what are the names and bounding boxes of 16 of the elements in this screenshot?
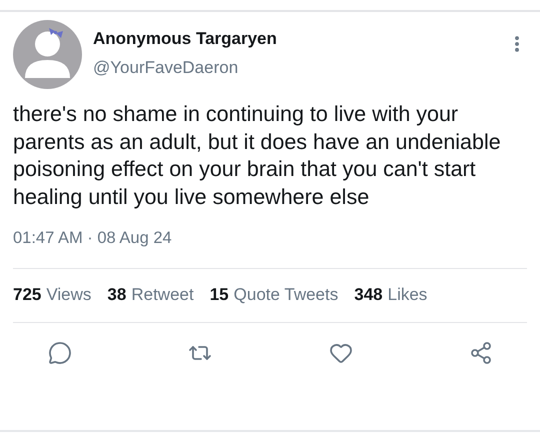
stat-count[interactable]: 15 <box>210 285 229 305</box>
tweet-text: there's no shame in continuing to live with your parents as an adult, but it does have an undeniable poisoning effect on your brain that you can't start healing until you live somewhere else <box>13 101 502 210</box>
stat-label[interactable]: Likes <box>388 285 428 305</box>
timestamp: 01:47 AM · 08 Aug 24 <box>13 229 173 248</box>
stat-label[interactable]: Retweet <box>131 285 194 305</box>
stat-label[interactable]: Views <box>46 285 92 305</box>
stat-count[interactable]: 38 <box>107 285 126 305</box>
author-handle[interactable]: @YourFaveDaeron <box>93 58 496 78</box>
reply-button[interactable] <box>48 341 72 365</box>
avatar[interactable] <box>13 20 82 89</box>
heart-button[interactable] <box>328 341 352 365</box>
share-button[interactable] <box>468 341 492 365</box>
stat-count[interactable]: 725 <box>13 285 42 305</box>
stat-count[interactable]: 348 <box>354 285 383 305</box>
stat-label[interactable]: Quote Tweets <box>234 285 338 305</box>
author-name[interactable]: Anonymous Targaryen <box>93 29 496 49</box>
